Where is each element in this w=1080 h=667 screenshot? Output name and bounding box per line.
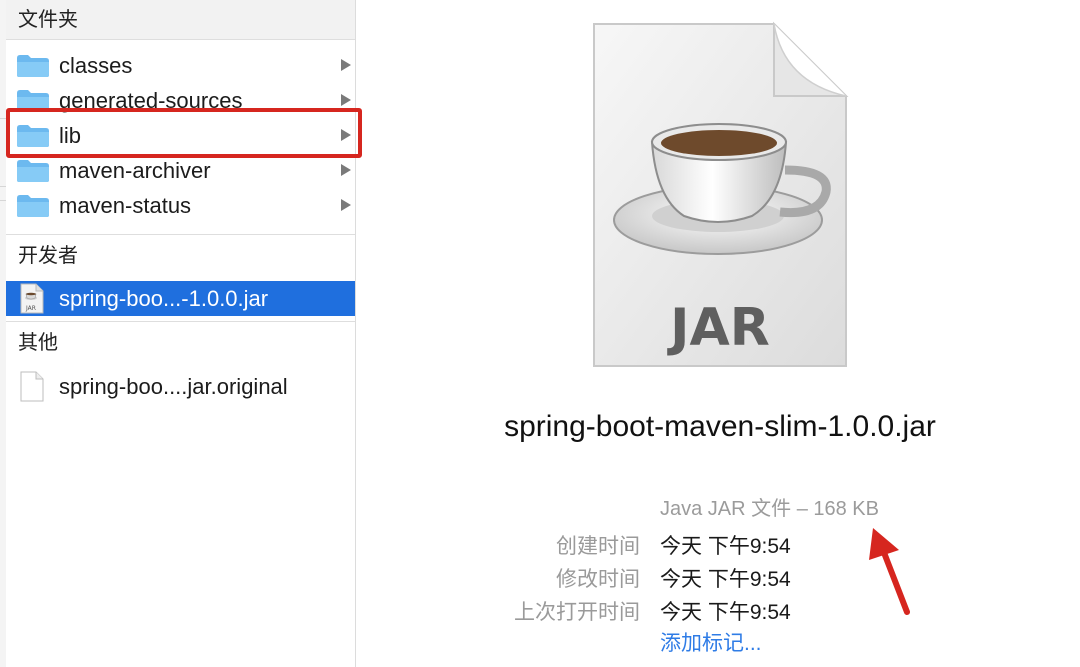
folder-row-maven-archiver[interactable]: maven-archiver bbox=[6, 153, 355, 188]
annotation-highlight-box bbox=[6, 108, 362, 158]
annotation-arrow-icon bbox=[869, 528, 910, 615]
folder-label: classes bbox=[59, 53, 133, 78]
document-icon bbox=[20, 371, 44, 402]
chevron-right-icon bbox=[341, 164, 351, 176]
meta-value-created: 今天 下午9:54 bbox=[660, 535, 791, 558]
folder-label: maven-archiver bbox=[59, 158, 211, 183]
section-header-other: 其他 bbox=[6, 323, 355, 363]
file-label: spring-boo...-1.0.0.jar bbox=[59, 286, 269, 311]
svg-text:JAR: JAR bbox=[25, 305, 36, 312]
divider bbox=[6, 234, 355, 235]
meta-value-modified: 今天 下午9:54 bbox=[660, 568, 791, 591]
chevron-right-icon bbox=[341, 94, 351, 106]
section-header-folders: 文件夹 bbox=[6, 0, 355, 40]
meta-value-last-opened: 今天 下午9:54 bbox=[660, 601, 791, 624]
svg-text:JAR: JAR bbox=[667, 298, 770, 358]
chevron-right-icon bbox=[341, 59, 351, 71]
divider bbox=[6, 321, 355, 322]
file-list-column: 文件夹 classes generated-sources lib maven-… bbox=[6, 0, 356, 667]
folder-icon bbox=[17, 195, 49, 217]
section-header-developer: 开发者 bbox=[6, 236, 355, 276]
jar-preview-icon: JAR bbox=[593, 21, 849, 367]
folder-icon bbox=[17, 160, 49, 182]
meta-key-modified: 修改时间 bbox=[556, 568, 640, 591]
jar-file-icon: JAR bbox=[20, 283, 44, 314]
folder-label: maven-status bbox=[59, 193, 192, 218]
file-label: spring-boo....jar.original bbox=[59, 374, 288, 399]
folder-row-classes[interactable]: classes bbox=[6, 48, 355, 83]
file-name-title: spring-boot-maven-slim-1.0.0.jar bbox=[504, 410, 936, 443]
meta-key-created: 创建时间 bbox=[556, 535, 640, 558]
folder-icon bbox=[17, 55, 49, 77]
file-row-jar[interactable]: JAR spring-boo...-1.0.0.jar bbox=[6, 281, 355, 316]
meta-key-last-opened: 上次打开时间 bbox=[514, 601, 640, 624]
file-kind-size: Java JAR 文件 – 168 KB bbox=[660, 498, 879, 520]
chevron-right-icon bbox=[341, 199, 351, 211]
file-row-jar-original[interactable]: spring-boo....jar.original bbox=[6, 369, 355, 404]
add-tags-link[interactable]: 添加标记... bbox=[660, 627, 762, 657]
folder-row-maven-status[interactable]: maven-status bbox=[6, 188, 355, 223]
